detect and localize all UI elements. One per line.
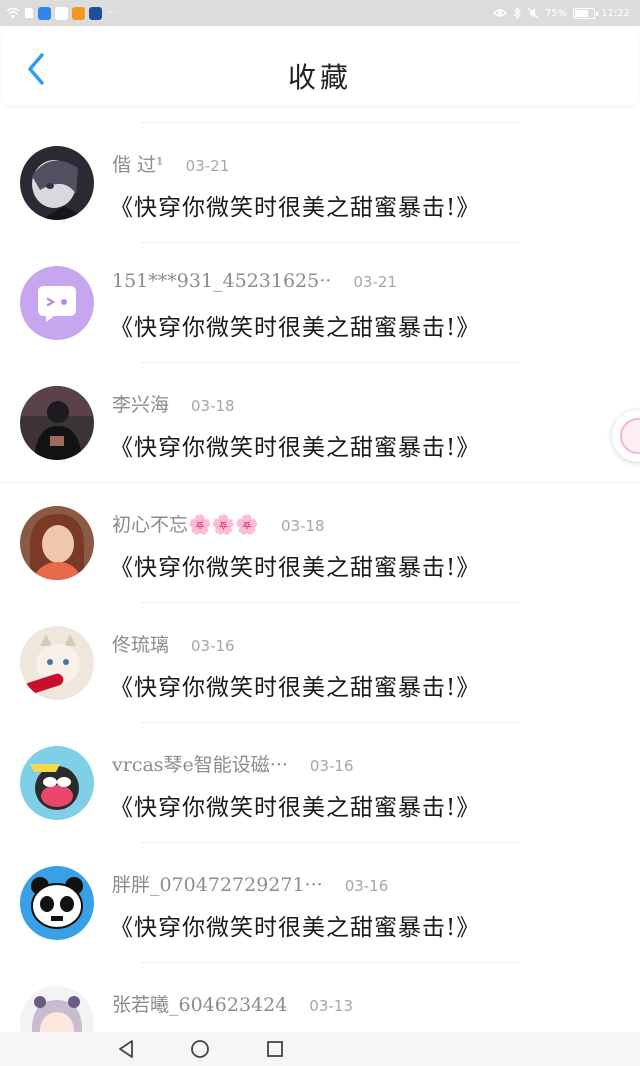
list-item[interactable]: 胖胖_070472729271··· 03-16 《快穿你微笑时很美之甜蜜暴击!… <box>0 828 640 948</box>
user-name[interactable]: 佟琉璃 <box>112 630 169 657</box>
divider <box>140 242 520 243</box>
list-item[interactable]: 张若曦_604623424 03-13 <box>0 948 640 1032</box>
list-item[interactable]: 偕 过¹ 03-21 《快穿你微笑时很美之甜蜜暴击!》 <box>0 108 640 228</box>
item-meta: 初心不忘🌸🌸🌸 03-18 <box>112 510 325 538</box>
nav-home-button[interactable] <box>188 1037 212 1061</box>
status-left: ··· <box>6 4 117 22</box>
favorites-list: 偕 过¹ 03-21 《快穿你微笑时很美之甜蜜暴击!》 151***931_45… <box>0 108 640 1032</box>
item-date: 03-21 <box>185 157 230 175</box>
more-dots-icon: ··· <box>106 6 117 19</box>
cat-photo-avatar[interactable] <box>20 626 94 700</box>
item-date: 03-16 <box>191 637 235 655</box>
item-date: 03-18 <box>191 397 235 415</box>
divider <box>140 362 520 363</box>
item-message[interactable]: 《快穿你微笑时很美之甜蜜暴击!》 <box>110 548 480 582</box>
item-message[interactable]: 《快穿你微笑时很美之甜蜜暴击!》 <box>110 908 480 942</box>
item-date: 03-16 <box>344 877 389 895</box>
wifi-icon <box>6 7 20 19</box>
list-item[interactable]: 151***931_45231625·· 03-21 《快穿你微笑时很美之甜蜜暴… <box>0 228 640 348</box>
item-meta: 李兴海 03-18 <box>112 390 235 418</box>
user-name[interactable]: 偕 过¹ <box>112 150 164 177</box>
purple-chat-bubble-avatar[interactable] <box>20 266 94 340</box>
blue-app-icon <box>89 6 102 20</box>
triangle-back-icon <box>119 1040 133 1058</box>
item-meta: vrcas琴e智能设磁··· 03-16 <box>112 750 354 778</box>
item-message[interactable]: 《快穿你微笑时很美之甜蜜暴击!》 <box>110 428 480 462</box>
dark-photo-avatar[interactable] <box>20 386 94 460</box>
wechat-icon <box>55 6 68 20</box>
item-message[interactable]: 《快穿你微笑时很美之甜蜜暴击!》 <box>110 668 480 702</box>
item-date: 03-16 <box>309 757 354 775</box>
status-bar: ··· 75% 11:22 <box>0 0 640 26</box>
panda-pixel-avatar[interactable] <box>20 866 94 940</box>
square-recents-icon <box>267 1041 283 1057</box>
mute-icon <box>527 7 539 19</box>
list-item[interactable]: vrcas琴e智能设磁··· 03-16 《快穿你微笑时很美之甜蜜暴击!》 <box>0 708 640 828</box>
item-date: 03-13 <box>309 997 353 1015</box>
monkey-cartoon-avatar[interactable] <box>20 746 94 820</box>
divider <box>140 722 520 723</box>
dark-anime-avatar[interactable] <box>20 146 94 220</box>
item-meta: 张若曦_604623424 03-13 <box>112 990 353 1018</box>
nav-back-button[interactable] <box>114 1037 138 1061</box>
item-meta: 151***931_45231625·· 03-21 <box>112 270 397 298</box>
item-meta: 胖胖_070472729271··· 03-16 <box>112 870 388 898</box>
user-name[interactable]: 初心不忘🌸🌸🌸 <box>112 510 259 537</box>
divider <box>0 482 640 483</box>
item-message[interactable]: 《快穿你微笑时很美之甜蜜暴击!》 <box>110 188 480 222</box>
item-meta: 偕 过¹ 03-21 <box>112 150 229 178</box>
circle-home-icon <box>191 1040 209 1058</box>
eye-icon <box>493 9 507 17</box>
orange-app-icon <box>72 6 85 20</box>
battery-percent: 75% <box>544 7 568 19</box>
clock: 11:22 <box>601 7 630 19</box>
user-name[interactable]: 胖胖_070472729271··· <box>112 870 323 897</box>
girl-photo-avatar[interactable] <box>20 506 94 580</box>
list-item[interactable]: 佟琉璃 03-16 《快穿你微笑时很美之甜蜜暴击!》 <box>0 588 640 708</box>
badge-inner <box>620 418 640 454</box>
battery-icon <box>573 7 599 19</box>
list-item[interactable]: 初心不忘🌸🌸🌸 03-18 《快穿你微笑时很美之甜蜜暴击!》 <box>0 468 640 588</box>
user-name[interactable]: vrcas琴e智能设磁··· <box>112 750 288 777</box>
item-message[interactable]: 《快穿你微笑时很美之甜蜜暴击!》 <box>110 788 480 822</box>
user-name[interactable]: 李兴海 <box>112 390 169 417</box>
item-date: 03-21 <box>353 273 397 291</box>
header: 收藏 <box>2 28 638 106</box>
user-name[interactable]: 151***931_45231625·· <box>112 270 331 292</box>
anime-girl-avatar[interactable] <box>20 986 94 1032</box>
search-app-icon <box>38 6 51 20</box>
page-title: 收藏 <box>287 61 352 94</box>
status-right: 75% 11:22 <box>493 4 630 22</box>
bluetooth-icon <box>513 7 521 19</box>
sim-icon <box>25 8 33 18</box>
nav-recents-button[interactable] <box>263 1037 287 1061</box>
divider <box>140 602 520 603</box>
divider <box>140 842 520 843</box>
user-name[interactable]: 张若曦_604623424 <box>112 990 287 1017</box>
navigation-bar <box>0 1032 640 1066</box>
divider <box>140 962 520 963</box>
divider <box>140 122 520 123</box>
item-date: 03-18 <box>280 517 325 535</box>
item-message[interactable]: 《快穿你微笑时很美之甜蜜暴击!》 <box>110 308 480 342</box>
item-meta: 佟琉璃 03-16 <box>112 630 235 658</box>
list-item[interactable]: 李兴海 03-18 《快穿你微笑时很美之甜蜜暴击!》 <box>0 348 640 468</box>
